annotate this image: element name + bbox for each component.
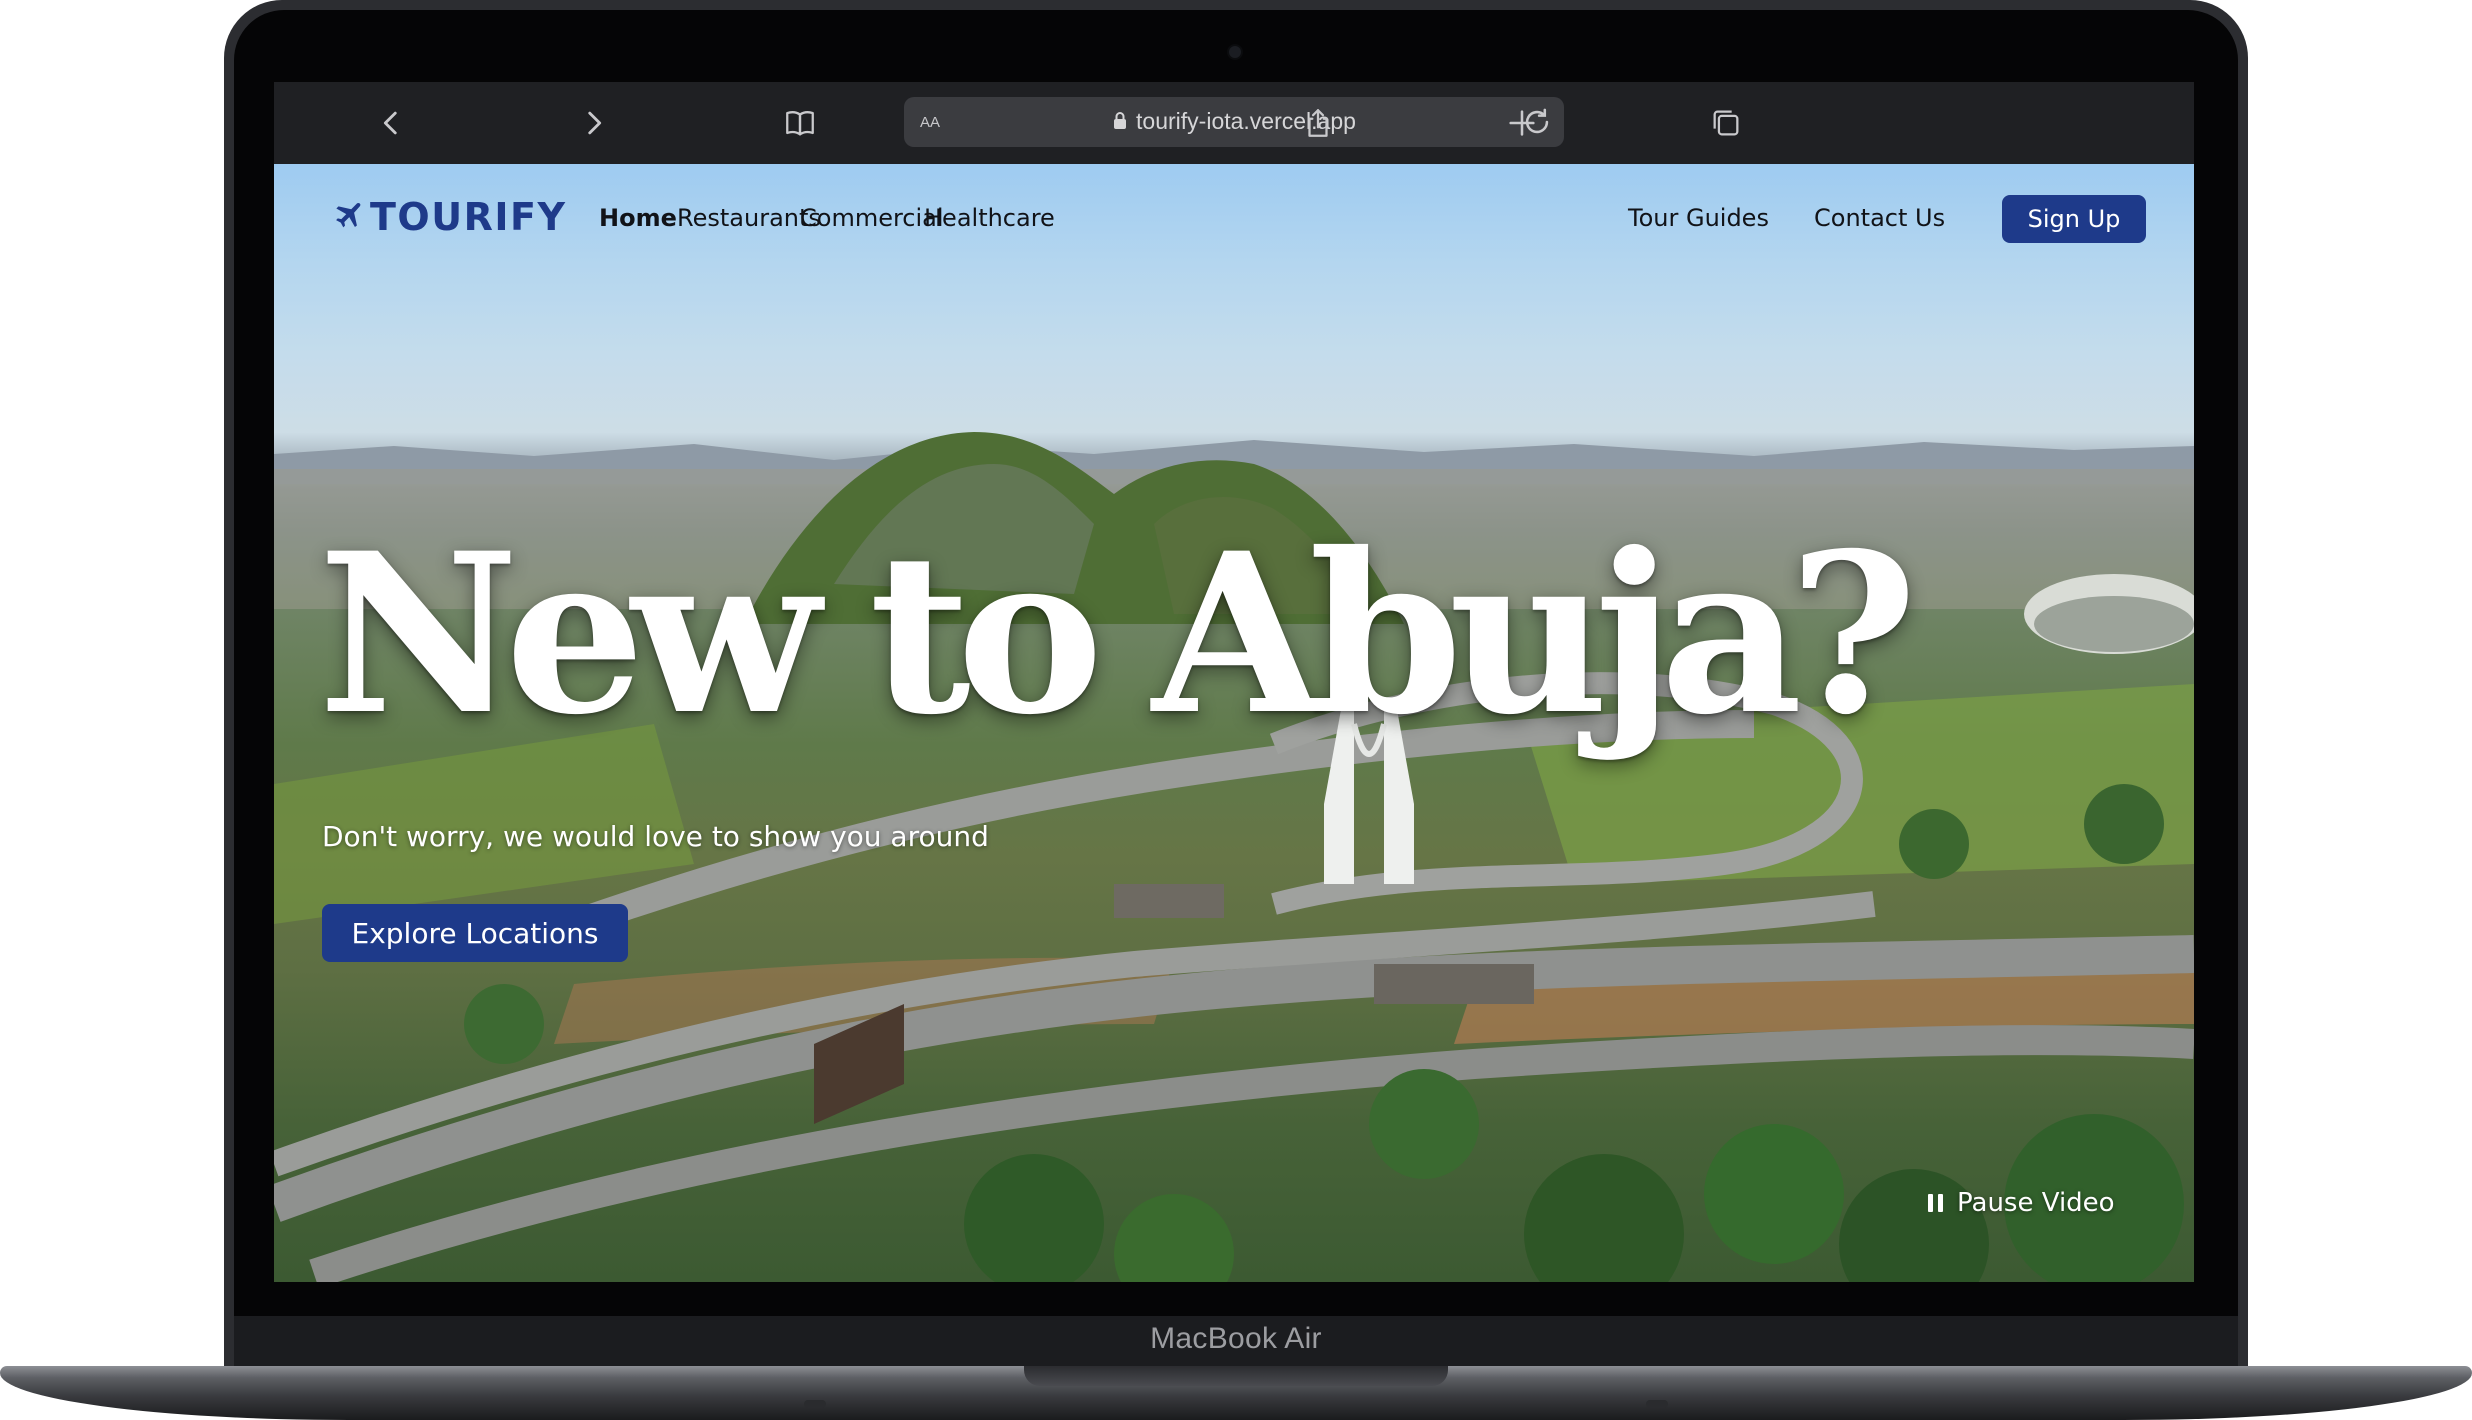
nav-link-tour-guides[interactable]: Tour Guides	[1628, 204, 1769, 232]
chevron-left-icon	[383, 111, 397, 135]
laptop-foot	[1646, 1400, 1668, 1408]
browser-toolbar: AA tourify-iota.vercel.app	[274, 82, 2194, 165]
nav-link-healthcare[interactable]: Healthcare	[924, 204, 1055, 232]
camera	[1229, 46, 1241, 58]
address-bar[interactable]: AA tourify-iota.vercel.app	[904, 97, 1564, 147]
forward-button[interactable]	[574, 103, 614, 143]
screen: AA tourify-iota.vercel.app TOURIFY Home …	[274, 82, 2194, 1282]
lock-icon	[1114, 112, 1127, 129]
pause-video-button[interactable]: Pause Video	[1928, 1188, 2115, 1218]
new-tab-button[interactable]	[1502, 103, 1542, 143]
book-icon	[786, 111, 814, 136]
plus-icon	[1509, 110, 1535, 136]
site-logo-text: TOURIFY	[370, 195, 567, 239]
nav-link-home[interactable]: Home	[599, 204, 677, 232]
airplane-icon	[336, 202, 361, 228]
device-label: MacBook Air	[1150, 1322, 1322, 1355]
tabs-icon	[1713, 110, 1739, 136]
site-logo[interactable]: TOURIFY	[330, 192, 566, 242]
hero-subtitle: Don't worry, we would love to show you a…	[322, 820, 989, 853]
share-icon	[1308, 109, 1328, 137]
bookmarks-button[interactable]	[780, 103, 820, 143]
laptop-hinge-notch	[1024, 1366, 1448, 1386]
tabs-button[interactable]	[1706, 103, 1746, 143]
pause-video-label: Pause Video	[1957, 1188, 2115, 1218]
share-button[interactable]	[1298, 103, 1338, 143]
explore-locations-button[interactable]: Explore Locations	[322, 904, 628, 962]
web-page: TOURIFY Home Restaurants Commercial Heal…	[274, 164, 2194, 1282]
site-nav: TOURIFY Home Restaurants Commercial Heal…	[274, 164, 2194, 274]
hero-headline: New to Abuja?	[318, 504, 1918, 763]
chevron-right-icon	[588, 111, 602, 135]
pause-icon	[1928, 1194, 1943, 1212]
sign-up-button[interactable]: Sign Up	[2002, 195, 2146, 243]
back-button[interactable]	[371, 103, 411, 143]
url-field[interactable]: tourify-iota.vercel.app	[904, 108, 1564, 135]
nav-link-commercial[interactable]: Commercial	[800, 204, 944, 232]
laptop-foot	[804, 1400, 826, 1408]
nav-link-contact-us[interactable]: Contact Us	[1814, 204, 1945, 232]
